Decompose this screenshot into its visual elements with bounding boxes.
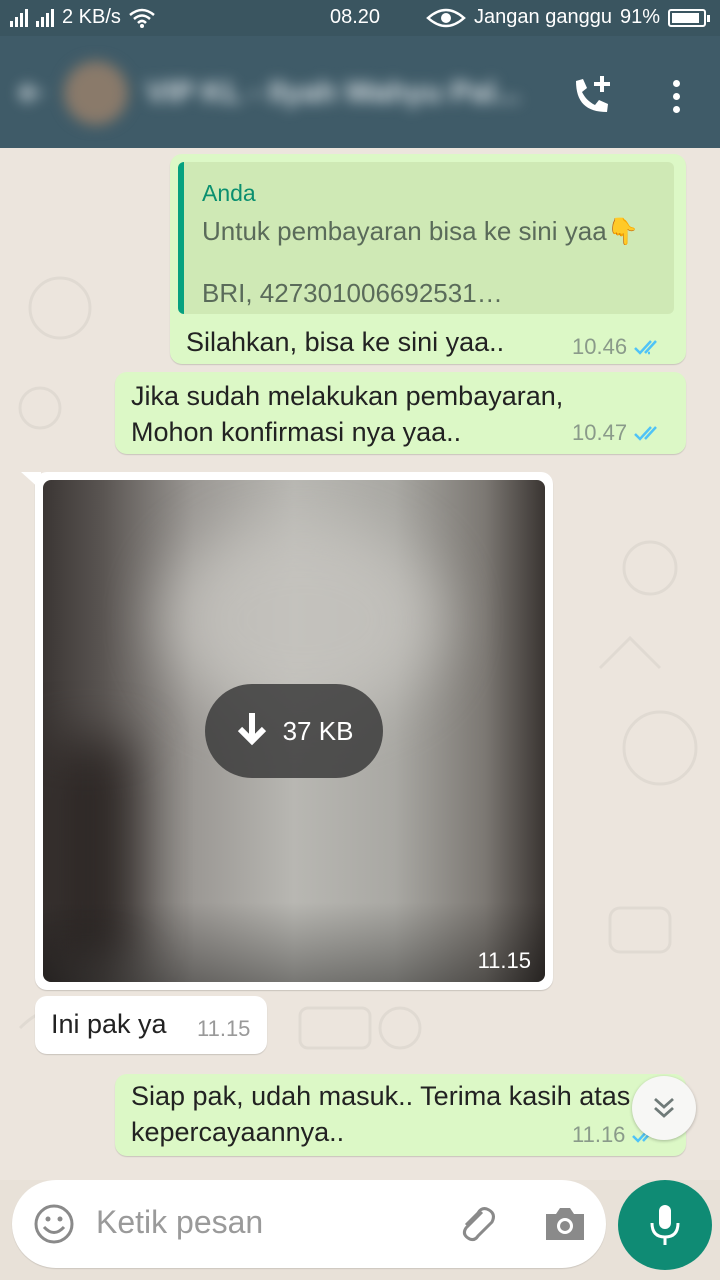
scroll-to-bottom-button[interactable] — [632, 1076, 696, 1140]
battery-icon — [668, 8, 710, 27]
message-input[interactable]: Ketik pesan — [12, 1180, 606, 1268]
bubble-tail — [21, 472, 41, 490]
quote-text-line1: Untuk pembayaran bisa ke sini yaa👇 — [202, 216, 640, 246]
read-ticks-icon — [634, 340, 657, 355]
message-time: 10.46 — [572, 334, 665, 360]
message-text-line1: Siap pak, udah masuk.. Terima kasih atas — [131, 1081, 631, 1111]
message-text: Silahkan, bisa ke sini yaa.. — [186, 327, 505, 357]
wifi-icon — [129, 8, 155, 28]
quote-text-line2: BRI, 427301006692531… — [202, 278, 503, 308]
battery-percent: 91% — [619, 6, 660, 28]
image-shade — [43, 902, 545, 982]
quoted-message[interactable]: Anda Untuk pembayaran bisa ke sini yaa👇 … — [178, 162, 674, 314]
scroll-down-icon — [654, 1097, 674, 1118]
download-size: 37 KB — [282, 715, 354, 746]
eye-icon — [426, 8, 466, 27]
message-time: 11.15 — [197, 1016, 251, 1041]
message-bubble[interactable]: Jika sudah melakukan pembayaran, Mohon k… — [115, 372, 686, 454]
signal-icon-2 — [36, 8, 54, 27]
avatar[interactable] — [64, 61, 128, 125]
status-time: 08.20 — [330, 6, 381, 28]
download-button[interactable]: 37 KB — [205, 684, 383, 778]
message-text-line2: Mohon konfirmasi nya yaa.. — [131, 417, 462, 447]
input-placeholder: Ketik pesan — [96, 1204, 264, 1240]
contact-info[interactable]: VIP KL - Ilyah Wahyu Pal... — [16, 58, 536, 128]
chat-area[interactable]: Anda Untuk pembayaran bisa ke sini yaa👇 … — [0, 148, 720, 1180]
signal-icon — [10, 8, 28, 27]
more-options-button[interactable] — [660, 72, 692, 120]
dnd-label: Jangan ganggu — [474, 6, 612, 28]
battery-fill — [672, 12, 699, 23]
more-vert-icon-dot — [672, 92, 680, 100]
message-bubble[interactable]: Siap pak, udah masuk.. Terima kasih atas… — [115, 1074, 686, 1156]
message-text-line2: kepercayaannya.. — [131, 1117, 345, 1147]
read-ticks-icon — [634, 426, 657, 441]
status-right: Jangan ganggu 91% — [426, 6, 710, 29]
attach-icon[interactable] — [452, 1200, 500, 1248]
image-thumbnail[interactable]: 37 KB 11.15 — [43, 480, 545, 982]
status-left: 2 KB/s — [10, 6, 155, 29]
message-bubble[interactable]: Ini pak ya 11.15 — [35, 996, 267, 1054]
status-bar: 2 KB/s 08.20 Jangan ganggu 91% — [0, 0, 720, 36]
image-time: 11.15 — [477, 948, 531, 973]
message-time-label: 10.46 — [572, 334, 628, 359]
quote-author: Anda — [202, 180, 256, 206]
message-reply-bubble[interactable]: Anda Untuk pembayaran bisa ke sini yaa👇 … — [170, 154, 686, 364]
message-text: Ini pak ya — [51, 1009, 167, 1039]
message-time-label: 10.47 — [572, 420, 628, 445]
message-input-bar: Ketik pesan — [0, 1180, 720, 1280]
message-text-line1: Jika sudah melakukan pembayaran, — [131, 381, 564, 411]
emoji-icon[interactable] — [32, 1202, 76, 1246]
add-call-icon — [576, 76, 610, 112]
camera-icon[interactable] — [542, 1202, 588, 1246]
chat-header: VIP KL - Ilyah Wahyu Pal... — [0, 36, 720, 148]
network-speed: 2 KB/s — [62, 6, 121, 28]
message-time-label: 11.16 — [572, 1122, 626, 1147]
contact-name: VIP KL - Ilyah Wahyu Pal... — [146, 76, 521, 109]
more-vert-icon-dot — [672, 105, 680, 113]
add-call-button[interactable] — [568, 72, 616, 120]
mic-button[interactable] — [618, 1180, 712, 1270]
more-vert-icon — [672, 79, 680, 87]
download-icon — [237, 713, 266, 746]
image-message-bubble[interactable]: 37 KB 11.15 — [21, 472, 553, 990]
mic-icon — [650, 1205, 680, 1245]
back-arrow-icon[interactable] — [16, 78, 46, 108]
message-time: 10.47 — [572, 420, 665, 446]
